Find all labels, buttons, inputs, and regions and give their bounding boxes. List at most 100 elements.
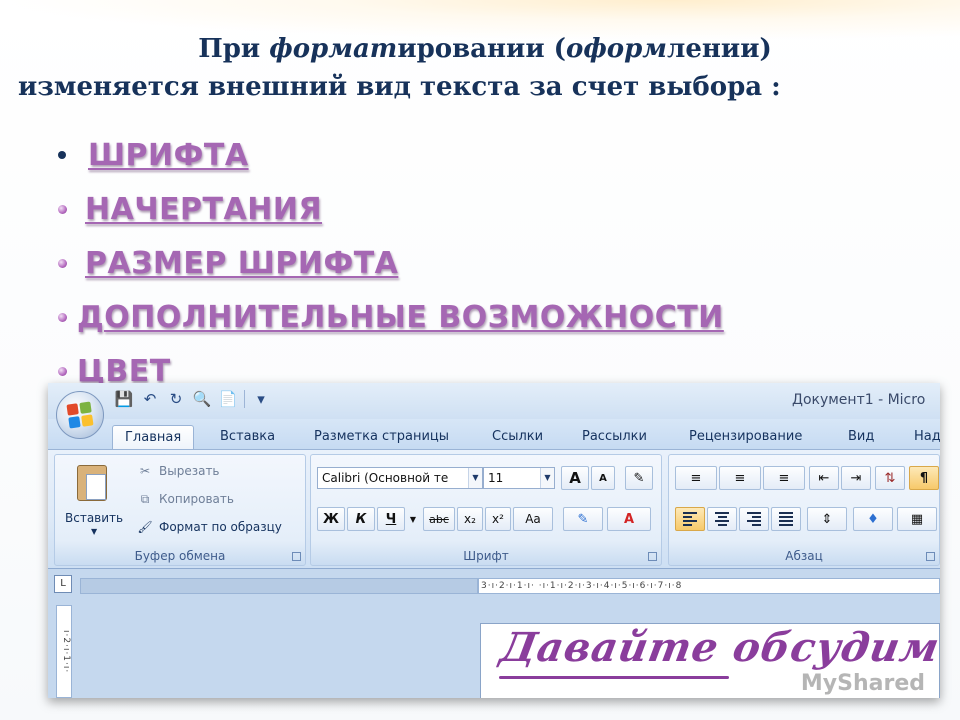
paragraph-group-label: Абзац (785, 549, 823, 563)
bullet-item: ШРИФТА (58, 128, 724, 182)
vertical-ruler[interactable]: ı·2·ı·1·ı· (56, 605, 72, 698)
watermark: MyShared (800, 671, 925, 696)
bullet-link-style[interactable]: НАЧЕРТАНИЯ (85, 192, 322, 227)
slide-heading: При форматировании (оформлении) изменяет… (0, 30, 960, 106)
paintbrush-icon: 🖌 (137, 520, 153, 534)
align-center-button[interactable] (707, 507, 737, 531)
clipboard-group: Вставить ▼ ✂ Вырезать ⧉ Копировать 🖌 Формат… (54, 454, 306, 566)
bullet-link-extra[interactable]: ДОПОЛНИТЕЛЬНЫЕ ВОЗМОЖНОСТИ (77, 300, 724, 335)
bullet-dot-icon (58, 151, 66, 159)
redo-icon[interactable]: ↻ (166, 389, 186, 409)
underline-button[interactable]: Ч (377, 507, 405, 531)
format-painter-button[interactable]: 🖌 Формат по образцу (137, 517, 282, 537)
tab-mailings[interactable]: Рассылки (582, 425, 647, 449)
copy-button[interactable]: ⧉ Копировать (137, 489, 234, 509)
paste-button[interactable]: Вставить (65, 511, 123, 525)
chevron-down-icon[interactable]: ▼ (540, 468, 554, 488)
paste-icon[interactable] (77, 465, 107, 501)
ruler-corner: L (48, 571, 78, 597)
bullet-item: ДОПОЛНИТЕЛЬНЫЕ ВОЗМОЖНОСТИ (58, 290, 724, 344)
shrink-font-button[interactable]: A (591, 466, 615, 490)
scissors-icon: ✂ (139, 464, 151, 478)
shading-icon[interactable]: ♦ (853, 507, 893, 531)
grow-font-button[interactable]: A (561, 466, 589, 490)
toolbar-divider (244, 390, 245, 408)
bullet-dot-icon (58, 312, 67, 322)
font-size-combo[interactable]: 11 ▼ (483, 467, 555, 489)
tab-page-layout[interactable]: Разметка страницы (314, 425, 449, 449)
bullet-link-font[interactable]: ШРИФТА (88, 138, 249, 173)
line-spacing-icon[interactable]: ⇕ (807, 507, 847, 531)
heading-line-2: изменяется внешний вид текста за счет вы… (18, 72, 781, 102)
clear-formatting-icon[interactable]: ✎ (625, 466, 653, 490)
numbering-icon[interactable]: ≡ (719, 466, 761, 490)
office-logo-icon (66, 401, 94, 429)
underline-dropdown-icon[interactable]: ▼ (407, 507, 419, 531)
quick-access-toolbar: 💾 ↶ ↻ 🔍 📄 ▾ (114, 389, 271, 409)
borders-icon[interactable]: ▦ (897, 507, 937, 531)
ruler-margin-area (80, 578, 478, 594)
change-case-button[interactable]: Aa (513, 507, 553, 531)
bullet-list: ШРИФТА НАЧЕРТАНИЯ РАЗМЕР ШРИФТА ДОПОЛНИТ… (58, 128, 724, 398)
align-left-button[interactable] (675, 507, 705, 531)
tab-review[interactable]: Рецензирование (689, 425, 802, 449)
font-group: Calibri (Основной те ▼ 11 ▼ A A ✎ Ж К Ч ▼ … (310, 454, 662, 566)
horizontal-ruler[interactable]: 3·ı·2·ı·1·ı· ·ı·1·ı·2·ı·3·ı·4·ı·5·ı·6·ı·… (478, 578, 940, 594)
save-icon[interactable]: 💾 (114, 389, 134, 409)
bold-button[interactable]: Ж (317, 507, 345, 531)
justify-icon (779, 512, 793, 526)
increase-indent-icon[interactable]: ⇥ (841, 466, 871, 490)
text-underline (499, 676, 729, 679)
undo-icon[interactable]: ↶ (140, 389, 160, 409)
window-title: Документ1 - Micro (792, 392, 926, 408)
clipboard-group-label: Буфер обмена (134, 549, 226, 563)
tab-stop-selector-icon[interactable]: L (54, 575, 72, 593)
tab-home[interactable]: Главная (112, 425, 195, 449)
decrease-indent-icon[interactable]: ⇤ (809, 466, 839, 490)
sort-icon[interactable]: ⇅ (875, 466, 905, 490)
bullet-link-size[interactable]: РАЗМЕР ШРИФТА (85, 246, 398, 281)
font-color-icon[interactable]: A (607, 507, 651, 531)
justify-button[interactable] (771, 507, 801, 531)
ribbon: Вставить ▼ ✂ Вырезать ⧉ Копировать 🖌 Формат… (48, 449, 940, 569)
bullet-dot-icon (58, 204, 67, 214)
print-preview-icon[interactable]: 🔍 (192, 389, 212, 409)
font-name-combo[interactable]: Calibri (Основной те ▼ (317, 467, 483, 489)
new-document-icon[interactable]: 📄 (218, 389, 238, 409)
highlight-color-icon[interactable]: ✎ (563, 507, 603, 531)
customize-toolbar-icon[interactable]: ▾ (251, 389, 271, 409)
subscript-button[interactable]: x₂ (457, 507, 483, 531)
superscript-button[interactable]: x² (485, 507, 511, 531)
bullet-dot-icon (58, 258, 67, 268)
document-text: Давайте обсудим (496, 624, 940, 671)
cut-button[interactable]: ✂ Вырезать (137, 461, 220, 481)
align-left-icon (683, 512, 697, 526)
chevron-down-icon[interactable]: ▼ (468, 468, 482, 488)
tab-insert[interactable]: Вставка (220, 425, 275, 449)
font-launcher-icon[interactable] (648, 552, 657, 561)
italic-button[interactable]: К (347, 507, 375, 531)
paragraph-launcher-icon[interactable] (926, 552, 935, 561)
paragraph-group: ≡ ≡ ≡ ⇤ ⇥ ⇅ ¶ ⇕ ♦ ▦ Абзац (668, 454, 940, 566)
bullet-item: РАЗМЕР ШРИФТА (58, 236, 724, 290)
align-right-button[interactable] (739, 507, 769, 531)
font-group-label: Шрифт (463, 549, 509, 563)
bullet-item: НАЧЕРТАНИЯ (58, 182, 724, 236)
multilevel-list-icon[interactable]: ≡ (763, 466, 805, 490)
word-window-screenshot: 💾 ↶ ↻ 🔍 📄 ▾ Документ1 - Micro Главная Вс… (48, 383, 940, 698)
bullet-dot-icon (58, 366, 67, 376)
paste-dropdown-icon[interactable]: ▼ (91, 527, 97, 536)
tab-view[interactable]: Вид (848, 425, 874, 449)
bullets-icon[interactable]: ≡ (675, 466, 717, 490)
document-page[interactable]: Давайте обсудим MyShared (480, 623, 940, 698)
copy-icon: ⧉ (140, 491, 150, 506)
show-marks-icon[interactable]: ¶ (909, 466, 939, 490)
heading-line-1: При форматировании (оформлении) (198, 34, 772, 64)
strikethrough-button[interactable]: abc (423, 507, 455, 531)
tab-references[interactable]: Ссылки (492, 425, 543, 449)
office-button[interactable] (56, 391, 104, 439)
title-bar: 💾 ↶ ↻ 🔍 📄 ▾ Документ1 - Micro (48, 383, 940, 419)
align-center-icon (715, 512, 729, 526)
clipboard-launcher-icon[interactable] (292, 552, 301, 561)
tab-addins[interactable]: Над (914, 425, 940, 449)
